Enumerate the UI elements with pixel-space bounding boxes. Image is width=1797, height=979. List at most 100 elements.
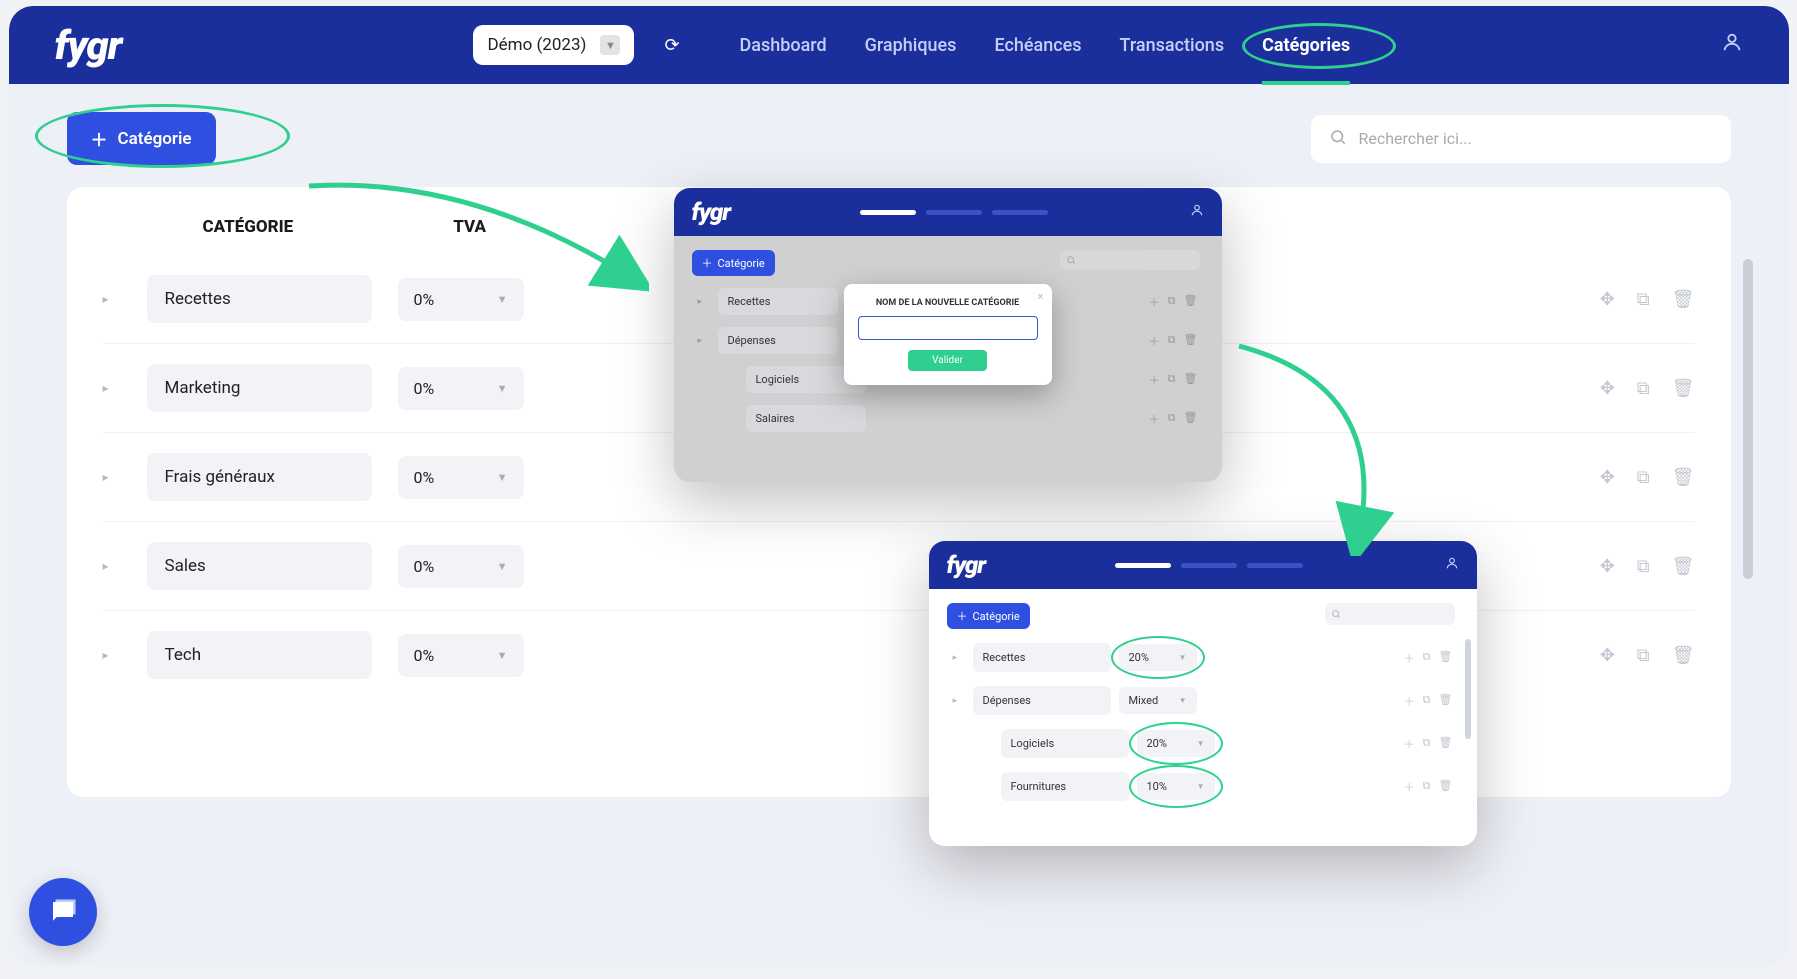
chat-widget[interactable] [29, 878, 97, 946]
trash-icon[interactable]: 🗑 [1672, 467, 1695, 488]
mini-nav-bar [860, 210, 916, 215]
mini-nav-bar [992, 210, 1048, 215]
chevron-right-icon[interactable]: ▸ [103, 292, 131, 306]
nav-links: Dashboard Graphiques Echéances Transacti… [740, 35, 1351, 56]
search-icon [1329, 128, 1347, 150]
chevron-right-icon: ▸ [698, 297, 710, 307]
tva-select[interactable]: 0%▼ [398, 545, 524, 588]
chevron-right-icon[interactable]: ▸ [103, 559, 131, 573]
mini-cat: Recettes [718, 288, 838, 315]
copy-icon[interactable]: ⧉ [1637, 645, 1650, 666]
move-icon[interactable]: ✥ [1600, 378, 1615, 399]
mini-tva: Mixed▼ [1119, 687, 1197, 714]
mini-tva: 20%▼ [1119, 644, 1197, 671]
tva-select[interactable]: 0%▼ [398, 456, 524, 499]
chevron-right-icon[interactable]: ▸ [103, 381, 131, 395]
mini-row-actions: ＋⧉🗑 [1404, 650, 1453, 666]
trash-icon[interactable]: 🗑 [1672, 645, 1695, 666]
new-category-modal: × NOM DE LA NOUVELLE CATÉGORIE Valider [844, 284, 1052, 385]
scrollbar[interactable] [1743, 259, 1753, 579]
mini-search [1060, 250, 1200, 270]
category-name[interactable]: Tech [147, 631, 372, 679]
chevron-down-icon: ▼ [497, 382, 508, 395]
copy-icon[interactable]: ⧉ [1637, 378, 1650, 399]
mini-logo: fygr [692, 198, 731, 226]
tva-select[interactable]: 0%▼ [398, 634, 524, 677]
move-icon[interactable]: ✥ [1600, 467, 1615, 488]
user-icon[interactable] [1721, 31, 1743, 59]
mini-add-button: ＋Catégorie [947, 603, 1030, 629]
category-name[interactable]: Marketing [147, 364, 372, 412]
trash-icon[interactable]: 🗑 [1672, 378, 1695, 399]
chevron-down-icon: ▼ [497, 560, 508, 573]
tutorial-overlay-modal: fygr ＋Catégorie ▸ Recettes ＋⧉🗑 ▸ Dépenses ＋⧉… [674, 188, 1222, 482]
user-icon [1445, 556, 1459, 574]
submit-button[interactable]: Valider [908, 350, 987, 371]
mini-nav-bar [926, 210, 982, 215]
mini-row-actions: ＋⧉🗑 [1404, 779, 1453, 795]
chevron-down-icon: ▼ [497, 293, 508, 306]
trash-icon[interactable]: 🗑 [1672, 556, 1695, 577]
copy-icon[interactable]: ⧉ [1637, 289, 1650, 310]
category-name[interactable]: Frais généraux [147, 453, 372, 501]
mini-row-actions: ＋⧉🗑 [1149, 294, 1198, 310]
mini-tva: 10%▼ [1137, 773, 1215, 800]
copy-icon[interactable]: ⧉ [1637, 467, 1650, 488]
tva-select[interactable]: 0%▼ [398, 278, 524, 321]
category-name[interactable]: Recettes [147, 275, 372, 323]
mini-cat: Dépenses [973, 686, 1111, 715]
plus-icon: ＋ [91, 126, 108, 151]
workspace-select[interactable]: Démo (2023) ▼ [473, 25, 634, 65]
tutorial-overlay-tva: fygr ＋Catégorie ▸ Recettes 20%▼ ＋⧉🗑 ▸ Dép… [929, 541, 1477, 846]
mini-cat: Recettes [973, 643, 1111, 672]
th-category: CATÉGORIE [203, 217, 294, 237]
add-category-button[interactable]: ＋ Catégorie [67, 112, 216, 165]
nav-echeances[interactable]: Echéances [994, 35, 1081, 56]
trash-icon[interactable]: 🗑 [1672, 289, 1695, 310]
chevron-right-icon[interactable]: ▸ [103, 648, 131, 662]
chevron-right-icon: ▸ [953, 696, 965, 706]
search-input[interactable]: Rechercher ici... [1311, 115, 1731, 163]
close-icon[interactable]: × [1038, 290, 1044, 303]
plus-icon: ＋ [957, 608, 968, 624]
workspace-label: Démo (2023) [487, 35, 586, 55]
chevron-right-icon: ▸ [953, 653, 965, 663]
category-name[interactable]: Sales [147, 542, 372, 590]
move-icon[interactable]: ✥ [1600, 289, 1615, 310]
refresh-icon[interactable]: ⟳ [664, 35, 679, 56]
mini-nav-bar [1247, 563, 1303, 568]
nav-graphiques[interactable]: Graphiques [865, 35, 957, 56]
category-name-input[interactable] [858, 316, 1038, 340]
mini-row-actions: ＋⧉🗑 [1149, 411, 1198, 427]
modal-title: NOM DE LA NOUVELLE CATÉGORIE [858, 298, 1038, 308]
mini-add-button: ＋Catégorie [692, 250, 775, 276]
nav-highlight-oval [1242, 23, 1396, 69]
chevron-down-icon: ▼ [600, 35, 620, 55]
move-icon[interactable]: ✥ [1600, 556, 1615, 577]
mini-row-actions: ＋⧉🗑 [1149, 333, 1198, 349]
mini-nav-bar [1115, 563, 1171, 568]
user-icon [1190, 203, 1204, 221]
nav-categories[interactable]: Catégories [1262, 35, 1350, 56]
mini-row-actions: ＋⧉🗑 [1404, 736, 1453, 752]
copy-icon[interactable]: ⧉ [1637, 556, 1650, 577]
th-tva: TVA [453, 217, 486, 237]
top-nav: fygr Démo (2023) ▼ ⟳ Dashboard Graphique… [9, 6, 1789, 84]
nav-dashboard[interactable]: Dashboard [740, 35, 827, 56]
chevron-right-icon[interactable]: ▸ [103, 470, 131, 484]
toolbar: ＋ Catégorie Rechercher ici... [9, 84, 1789, 165]
mini-logo: fygr [947, 551, 986, 579]
plus-icon: ＋ [702, 255, 713, 271]
mini-cat: Dépenses [718, 327, 838, 354]
move-icon[interactable]: ✥ [1600, 645, 1615, 666]
nav-transactions[interactable]: Transactions [1120, 35, 1225, 56]
tva-select[interactable]: 0%▼ [398, 367, 524, 410]
mini-subcat: Salaires [746, 405, 866, 432]
mini-scrollbar [1465, 639, 1471, 739]
chevron-right-icon: ▸ [698, 336, 710, 346]
mini-subcat: Logiciels [1001, 729, 1129, 758]
mini-nav-bar [1181, 563, 1237, 568]
chevron-down-icon: ▼ [497, 649, 508, 662]
mini-subcat: Fournitures [1001, 772, 1129, 801]
mini-search [1325, 603, 1455, 625]
